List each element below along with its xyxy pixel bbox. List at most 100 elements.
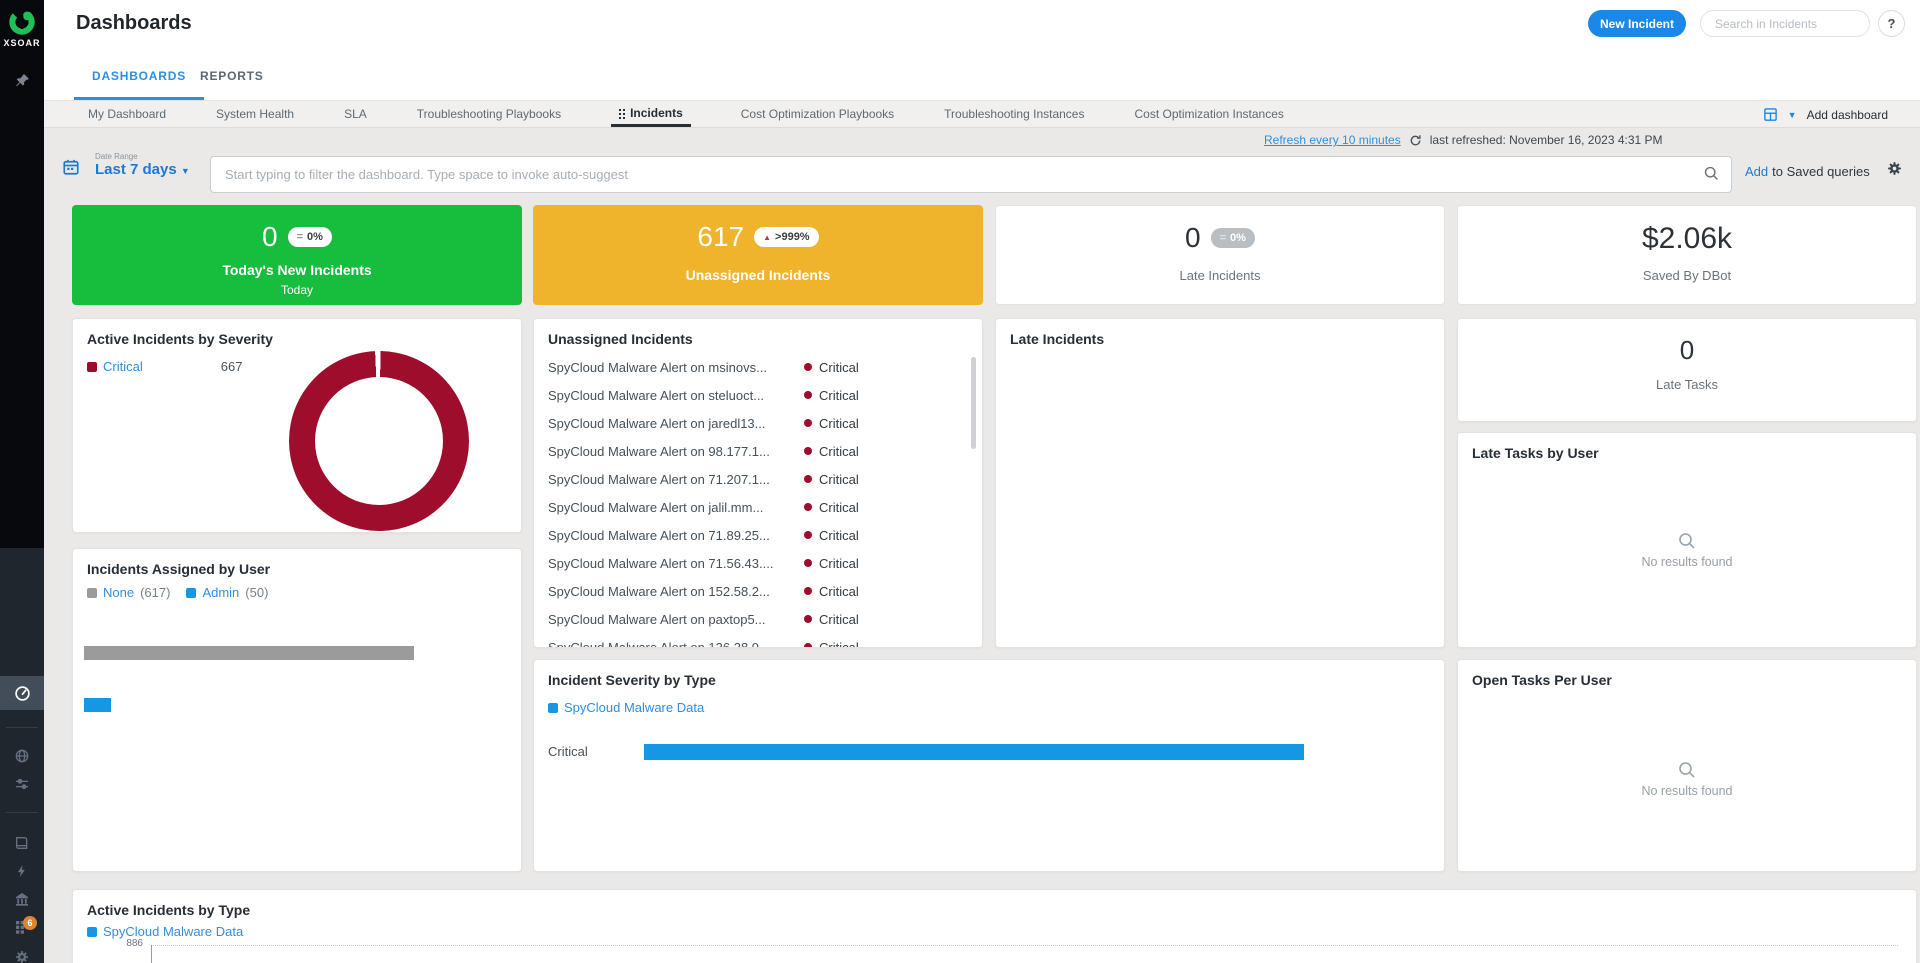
dashboard-filter-input[interactable]	[210, 156, 1732, 193]
sidebar-item-threat-intel[interactable]	[0, 742, 44, 770]
legend-item[interactable]: Critical667	[87, 359, 242, 374]
pin-icon[interactable]	[0, 66, 44, 94]
list-item[interactable]: SpyCloud Malware Alert on jalil.mm...Cri…	[534, 493, 982, 521]
sidebar-item-playbooks[interactable]	[0, 829, 44, 857]
gridline	[151, 945, 1898, 946]
drag-grip-icon[interactable]	[619, 109, 621, 111]
list-item[interactable]: SpyCloud Malware Alert on 71.89.25...Cri…	[534, 521, 982, 549]
legend-label[interactable]: None	[103, 585, 134, 600]
list-item[interactable]: SpyCloud Malware Alert on paxtop5... Crit…	[534, 605, 982, 633]
dashtab-cost-optimization-instances[interactable]: Cost Optimization Instances	[1134, 101, 1283, 127]
legend-swatch	[87, 588, 97, 598]
severity-badge: Critical	[804, 584, 859, 599]
search-icon	[1677, 531, 1697, 551]
tab-dashboards[interactable]: DASHBOARDS	[74, 69, 204, 100]
dashboard-settings-button[interactable]	[1886, 160, 1903, 177]
sidebar-item-settings[interactable]	[0, 943, 44, 963]
widget-late-tasks[interactable]: 0 Late Tasks	[1457, 318, 1917, 422]
incident-name-link[interactable]: SpyCloud Malware Alert on 98.177.1...	[548, 444, 798, 459]
tab-reports[interactable]: REPORTS	[200, 69, 264, 100]
dashtab-system-health[interactable]: System Health	[216, 101, 294, 127]
legend-item[interactable]: None(617)	[87, 585, 170, 600]
list-item[interactable]: SpyCloud Malware Alert on msinovs... Crit…	[534, 353, 982, 381]
list-item[interactable]: SpyCloud Malware Alert on 152.58.2... Cri…	[534, 577, 982, 605]
stat-title: Late Tasks	[1458, 377, 1916, 392]
dashtab-troubleshooting-playbooks[interactable]: Troubleshooting Playbooks	[417, 101, 561, 127]
incident-name-link[interactable]: SpyCloud Malware Alert on 71.89.25...	[548, 528, 798, 543]
legend-item[interactable]: SpyCloud Malware Data	[87, 924, 243, 939]
donut-chart[interactable]	[289, 351, 469, 531]
sidebar-item-dashboards[interactable]	[0, 676, 44, 710]
top-header: Dashboards New Incident ?	[44, 0, 1920, 48]
gear-icon	[14, 949, 30, 963]
list-item[interactable]: SpyCloud Malware Alert on 136.38.9...Cri…	[534, 633, 982, 648]
incident-name-link[interactable]: SpyCloud Malware Alert on 152.58.2...	[548, 584, 798, 599]
dashtab-sla[interactable]: SLA	[344, 101, 367, 127]
legend-item[interactable]: Admin(50)	[186, 585, 268, 600]
list-item[interactable]: SpyCloud Malware Alert on steluoct...Cri…	[534, 381, 982, 409]
severity-label: Critical	[819, 472, 859, 487]
stat-card-late-incidents[interactable]: 0 =0% Late Incidents	[995, 205, 1445, 305]
incident-name-link[interactable]: SpyCloud Malware Alert on msinovs...	[548, 360, 798, 375]
incident-name-link[interactable]: SpyCloud Malware Alert on 71.207.1...	[548, 472, 798, 487]
add-to-saved-queries-link[interactable]: Add	[1745, 164, 1768, 179]
incident-name-link[interactable]: SpyCloud Malware Alert on jaredl13...	[548, 416, 798, 431]
severity-dot-icon	[804, 559, 812, 567]
incident-name-link[interactable]: SpyCloud Malware Alert on jalil.mm...	[548, 500, 798, 515]
bar-critical[interactable]	[644, 744, 1304, 760]
sidebar-item-filters[interactable]	[0, 770, 44, 798]
legend-label[interactable]: Critical	[103, 359, 143, 374]
severity-dot-icon	[804, 615, 812, 623]
incident-name-link[interactable]: SpyCloud Malware Alert on steluoct...	[548, 388, 798, 403]
severity-badge: Critical	[804, 612, 859, 627]
sidebar-item-marketplace[interactable]	[0, 885, 44, 913]
refresh-interval-link[interactable]: Refresh every 10 minutes	[1264, 133, 1401, 147]
list-item[interactable]: SpyCloud Malware Alert on 98.177.1...Cri…	[534, 437, 982, 465]
legend-item[interactable]: SpyCloud Malware Data	[548, 700, 704, 715]
logo-text: XSOAR	[0, 38, 44, 48]
stat-card-unassigned-incidents[interactable]: 617 ▲>999% Unassigned Incidents	[533, 205, 983, 305]
new-incident-button[interactable]: New Incident	[1588, 10, 1686, 37]
help-button[interactable]: ?	[1878, 10, 1905, 37]
chevron-down-icon[interactable]: ▼	[1788, 110, 1797, 120]
sidebar-item-automation[interactable]	[0, 857, 44, 885]
search-icon[interactable]	[1703, 165, 1720, 182]
severity-badge: Critical	[804, 416, 859, 431]
list-item[interactable]: SpyCloud Malware Alert on 71.56.43....Cr…	[534, 549, 982, 577]
stat-card-saved-by-dbot[interactable]: $2.06k Saved By DBot	[1457, 205, 1917, 305]
refresh-icon[interactable]	[1409, 134, 1422, 147]
badge-count: 6	[27, 918, 32, 928]
widget-late-incidents: Late Incidents No results found	[995, 318, 1445, 648]
legend-label[interactable]: SpyCloud Malware Data	[564, 700, 704, 715]
bar-admin[interactable]	[84, 698, 111, 712]
incident-name-link[interactable]: SpyCloud Malware Alert on 71.56.43....	[548, 556, 798, 571]
incident-name-link[interactable]: SpyCloud Malware Alert on 136.38.9...	[548, 640, 798, 649]
list-item[interactable]: SpyCloud Malware Alert on jaredl13... Cri…	[534, 409, 982, 437]
date-range-value[interactable]: Last 7 days ▼	[95, 161, 190, 178]
sidebar-divider	[6, 727, 38, 728]
incident-name-link[interactable]: SpyCloud Malware Alert on paxtop5...	[548, 612, 798, 627]
severity-badge: Critical	[804, 360, 859, 375]
bar-none[interactable]	[84, 646, 414, 660]
widget-active-incidents-by-severity: Active Incidents by Severity Critical667	[72, 318, 522, 533]
dashtab-my-dashboard[interactable]: My Dashboard	[88, 101, 166, 127]
legend-label[interactable]: Admin	[202, 585, 239, 600]
legend-label[interactable]: SpyCloud Malware Data	[103, 924, 243, 939]
list-item[interactable]: SpyCloud Malware Alert on 71.207.1... Cri…	[534, 465, 982, 493]
add-dashboard-button[interactable]: Add dashboard	[1807, 108, 1888, 122]
sidebar-item-jobs[interactable]	[0, 913, 44, 941]
stat-card-todays-new-incidents[interactable]: 0 =0% Today's New Incidents Today	[72, 205, 522, 305]
xsoar-logo-icon	[8, 8, 36, 36]
search-incidents-input[interactable]	[1700, 10, 1870, 37]
dashtab-troubleshooting-instances[interactable]: Troubleshooting Instances	[944, 101, 1084, 127]
gauge-icon	[14, 685, 31, 702]
stat-value: 0	[262, 221, 278, 253]
dashtab-cost-optimization-playbooks[interactable]: Cost Optimization Playbooks	[741, 101, 894, 127]
board-icon[interactable]	[1763, 107, 1778, 122]
y-axis-line	[151, 945, 152, 963]
xsoar-logo[interactable]: XSOAR	[0, 8, 44, 48]
scrollbar[interactable]	[971, 357, 976, 449]
widget-active-incidents-by-type: Active Incidents by Type SpyCloud Malwar…	[72, 889, 1917, 963]
sidebar: XSOAR	[0, 0, 44, 963]
dashtab-incidents[interactable]: Incidents	[611, 101, 691, 127]
